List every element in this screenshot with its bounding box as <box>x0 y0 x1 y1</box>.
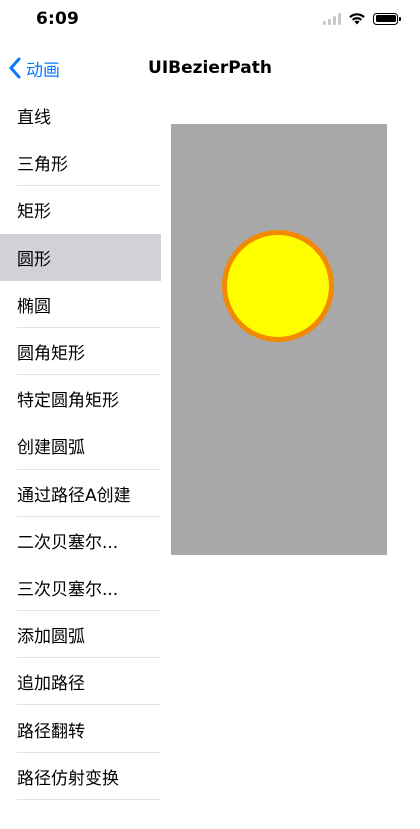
list-item-append-path[interactable]: 追加路径 <box>0 658 161 706</box>
list-item-cubic-bezier[interactable]: 三次贝塞尔... <box>0 564 161 612</box>
shape-list: 直线 三角形 矩形 圆形 椭圆 圆角矩形 特定圆角矩形 创建圆弧 通过路径A创建… <box>0 92 161 800</box>
list-item-specific-corner-rect[interactable]: 特定圆角矩形 <box>0 375 161 422</box>
list-item-affine-transform[interactable]: 路径仿射变换 <box>0 753 161 800</box>
navigation-bar: 动画 UIBezierPath <box>0 44 420 92</box>
wifi-icon <box>349 13 365 25</box>
status-icons <box>323 12 401 25</box>
screen: 6:09 动画 UIBezierPath 直线 三角形 矩形 圆形 椭圆 圆角矩… <box>0 0 420 829</box>
list-item-quad-bezier[interactable]: 二次贝塞尔... <box>0 517 161 564</box>
list-item-add-arc[interactable]: 添加圆弧 <box>0 611 161 659</box>
list-item-rectangle[interactable]: 矩形 <box>0 186 161 233</box>
list-item-create-from-path[interactable]: 通过路径A创建 <box>0 470 161 517</box>
battery-icon <box>373 12 401 25</box>
list-item-create-arc[interactable]: 创建圆弧 <box>0 422 161 470</box>
cellular-signal-icon <box>323 12 341 25</box>
list-item-line[interactable]: 直线 <box>0 92 161 139</box>
list-item-circle[interactable]: 圆形 <box>0 233 161 281</box>
status-bar: 6:09 <box>0 0 420 44</box>
status-time: 6:09 <box>36 9 80 29</box>
drawing-canvas <box>171 124 387 555</box>
list-item-reverse-path[interactable]: 路径翻转 <box>0 705 161 753</box>
list-item-triangle[interactable]: 三角形 <box>0 139 161 187</box>
page-title: UIBezierPath <box>148 58 272 78</box>
list-item-rounded-rect[interactable]: 圆角矩形 <box>0 328 161 376</box>
list-item-ellipse[interactable]: 椭圆 <box>0 281 161 328</box>
circle-shape <box>222 230 334 342</box>
